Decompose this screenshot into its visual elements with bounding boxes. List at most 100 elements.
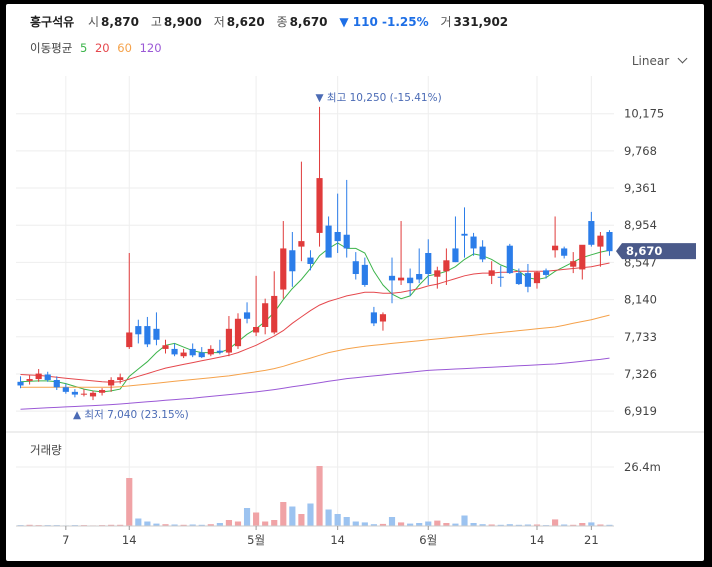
candle-body xyxy=(515,273,522,285)
candle xyxy=(379,312,387,331)
ma-line-5 xyxy=(20,242,610,393)
candle-body xyxy=(407,277,414,284)
candle xyxy=(243,302,251,324)
candle xyxy=(325,216,332,258)
candle xyxy=(316,106,323,247)
candle-body xyxy=(144,326,151,345)
volume-bar xyxy=(316,466,323,526)
candle xyxy=(533,271,541,289)
candle xyxy=(26,375,33,385)
candle-body xyxy=(89,392,97,397)
candle xyxy=(542,268,550,279)
candle-body xyxy=(26,379,33,381)
candle xyxy=(35,369,42,382)
volume-bar xyxy=(225,520,233,526)
candle xyxy=(71,389,78,398)
candle xyxy=(271,271,278,335)
y-tick-label: 8,954 xyxy=(624,218,657,232)
candle xyxy=(352,252,359,280)
candle-body xyxy=(452,248,459,263)
candle-body xyxy=(44,374,51,380)
volume-bar xyxy=(388,517,396,526)
candle-body xyxy=(98,390,106,393)
volume-bar xyxy=(243,508,251,526)
candle xyxy=(461,207,468,258)
candle xyxy=(253,275,260,337)
candle-body xyxy=(71,391,78,395)
candle-body xyxy=(17,381,24,386)
volume-bar xyxy=(307,503,314,526)
volume-bar xyxy=(135,518,142,526)
candle-body xyxy=(262,303,269,327)
candle-body xyxy=(316,178,323,233)
candle-body xyxy=(416,274,423,280)
candle xyxy=(488,261,495,285)
candle-body xyxy=(343,234,350,249)
candle-body xyxy=(189,348,196,356)
candle-body xyxy=(542,270,550,275)
candle xyxy=(452,216,459,263)
x-tick-label: 14 xyxy=(530,533,545,547)
candle-body xyxy=(579,244,586,270)
candle xyxy=(180,348,187,359)
candle xyxy=(388,257,396,304)
candle-body xyxy=(298,241,305,247)
candle-body xyxy=(180,352,187,357)
candle xyxy=(207,345,214,357)
y-tick-label: 9,361 xyxy=(624,181,657,195)
candle-body xyxy=(162,345,169,349)
candle xyxy=(561,246,568,259)
price-chart[interactable]: 10,1759,7689,3618,9548,5478,1407,7337,32… xyxy=(6,4,704,561)
volume-y-tick-label: 26.4m xyxy=(624,460,661,474)
candle xyxy=(588,211,595,247)
y-tick-label: 10,175 xyxy=(624,107,664,121)
candle xyxy=(108,377,115,392)
candle-body xyxy=(443,260,450,272)
candle xyxy=(307,250,314,271)
candle xyxy=(416,248,423,284)
x-tick-label: 14 xyxy=(330,533,345,547)
candle xyxy=(53,376,60,391)
candle-body xyxy=(171,348,178,355)
candle xyxy=(144,316,151,348)
candle-body xyxy=(370,312,377,324)
candle xyxy=(153,312,160,346)
current-price-label: 8,670 xyxy=(626,244,662,258)
candle-body xyxy=(62,387,69,392)
candle-body xyxy=(597,235,604,247)
candle xyxy=(62,383,69,394)
candle-body xyxy=(352,261,359,275)
candle-body xyxy=(234,318,242,347)
volume-bar xyxy=(588,522,595,526)
candle xyxy=(126,253,133,349)
candle xyxy=(343,179,350,258)
candle xyxy=(162,339,169,354)
candle xyxy=(552,216,559,258)
candle-body xyxy=(461,233,468,236)
candle-body xyxy=(561,248,568,256)
candle-body xyxy=(80,393,88,395)
volume-bar xyxy=(298,514,305,526)
candle xyxy=(289,231,296,287)
candle xyxy=(298,161,305,262)
y-tick-label: 8,140 xyxy=(624,293,657,307)
candle-body xyxy=(434,270,441,277)
candle xyxy=(225,316,233,357)
candle-body xyxy=(533,272,541,284)
candle xyxy=(262,298,269,335)
candle-body xyxy=(207,348,214,355)
candle xyxy=(17,376,24,389)
candle xyxy=(470,232,477,256)
volume-bar xyxy=(397,522,405,526)
volume-bar xyxy=(552,519,559,526)
x-tick-label: 7 xyxy=(62,533,69,547)
candle-body xyxy=(588,221,595,245)
volume-bar xyxy=(289,506,296,526)
y-tick-label: 9,768 xyxy=(624,144,657,158)
candle-body xyxy=(397,277,405,281)
candle-body xyxy=(479,246,486,260)
candle xyxy=(479,240,486,263)
volume-bar xyxy=(325,509,332,526)
candle xyxy=(497,265,504,287)
volume-bar xyxy=(253,512,260,526)
